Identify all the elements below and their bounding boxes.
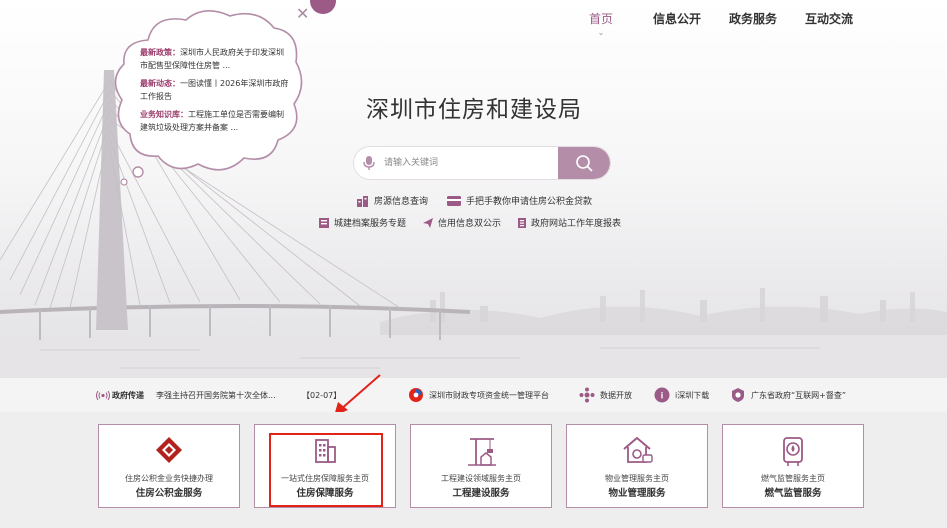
data-open-icon: [579, 387, 595, 403]
search-icon: [576, 155, 593, 172]
cloud-news-item[interactable]: 最新动态：一图读懂丨2026年深圳市政府工作报告: [140, 77, 290, 103]
nav-label: 政务服务: [728, 12, 777, 26]
page-title: 深圳市住房和建设局: [366, 97, 582, 123]
quick-link-annual-report[interactable]: 政府网站工作年度报表: [517, 216, 621, 229]
ticker-link-label: 深圳市财政专项资金统一管理平台: [429, 390, 549, 400]
cloud-news-item[interactable]: 最新政策：深圳市人民政府关于印发深圳市配售型保障性住房管 ...: [140, 46, 290, 72]
quick-link-fund-loan[interactable]: 手把手教你申请住房公积金贷款: [446, 194, 592, 207]
quick-link-label: 政府网站工作年度报表: [531, 219, 622, 229]
housing-fund-icon: [156, 437, 182, 463]
quick-link-credit-info[interactable]: 信用信息双公示: [422, 216, 501, 229]
microphone-icon[interactable]: [362, 155, 376, 171]
ticker-label-text: 政府传递: [112, 391, 144, 400]
news-cloud-bubble: 最新政策：深圳市人民政府关于印发深圳市配售型保障性住房管 ... 最新动态：一图…: [108, 0, 336, 186]
card-title: 住房保障服务: [296, 488, 354, 499]
ticker-link-ishenzhen[interactable]: i i深圳下载: [654, 387, 709, 403]
card-subtitle: 物业管理服务主页: [605, 474, 669, 483]
ticker-label: 政府传递: [96, 390, 144, 401]
search-input[interactable]: [384, 147, 554, 179]
nav-label: 信息公开: [652, 12, 701, 26]
card-housing-fund[interactable]: 住房公积金业务快捷办理 住房公积金服务: [98, 424, 240, 508]
nav-interaction[interactable]: 互动交流: [791, 10, 867, 27]
card-construction[interactable]: 工程建设领域服务主页 工程建设服务: [410, 424, 552, 508]
search-button[interactable]: [558, 147, 610, 179]
hero-banner: 最新政策：深圳市人民政府关于印发深圳市配售型保障性住房管 ... 最新动态：一图…: [0, 0, 947, 378]
news-tag: 最新政策：: [140, 48, 180, 57]
quick-link-label: 房源信息查询: [374, 197, 429, 207]
quick-link-label: 手把手教你申请住房公积金贷款: [466, 197, 593, 207]
search-bar: [354, 147, 610, 179]
housing-security-icon: [315, 439, 336, 463]
nav-label: 首页: [588, 12, 613, 26]
ticker-link-open-data[interactable]: 数据开放: [579, 387, 632, 403]
broadcast-icon: [96, 391, 110, 400]
card-subtitle: 工程建设领域服务主页: [441, 474, 521, 483]
card-title: 工程建设服务: [452, 488, 510, 499]
quick-link-housing-query[interactable]: 房源信息查询: [356, 194, 428, 207]
news-tag: 业务知识库：: [140, 110, 188, 119]
nav-label: 互动交流: [804, 12, 853, 26]
chevron-down-icon: ⌄: [597, 28, 605, 37]
building-chart-icon: [357, 195, 368, 207]
nav-info-disclosure[interactable]: 信息公开: [639, 10, 715, 27]
property-house-icon: [623, 436, 653, 463]
quick-links-row-2: 城建档案服务专题 信用信息双公示 政府网站工作年度报表: [318, 216, 621, 229]
quick-link-label: 信用信息双公示: [438, 219, 502, 229]
card-icon: [447, 195, 462, 206]
card-housing-security[interactable]: 一站式住房保障服务主页 住房保障服务: [254, 424, 396, 508]
quick-link-label: 城建档案服务专题: [334, 219, 407, 229]
news-tag: 最新动态：: [140, 79, 180, 88]
quick-links-row-1: 房源信息查询 手把手教你申请住房公积金贷款: [356, 194, 592, 207]
card-gas-supervision[interactable]: 燃气监管服务主页 燃气监管服务: [722, 424, 864, 508]
paper-plane-icon: [423, 217, 434, 228]
i-shenzhen-icon: i: [654, 387, 670, 403]
report-icon: [518, 217, 527, 228]
quick-link-archives[interactable]: 城建档案服务专题: [318, 216, 406, 229]
svg-text:i: i: [661, 391, 664, 401]
archive-icon: [319, 217, 329, 228]
nav-home[interactable]: 首页 ⌄: [563, 10, 639, 37]
card-subtitle: 一站式住房保障服务主页: [281, 474, 369, 483]
finance-logo-icon: [409, 388, 423, 402]
top-nav: 首页 ⌄ 信息公开 政务服务 互动交流: [563, 10, 867, 37]
card-title: 燃气监管服务: [764, 488, 822, 499]
ticker-link-label: 广东省政府“互联网+督查”: [751, 390, 846, 400]
nav-gov-services[interactable]: 政务服务: [715, 10, 791, 27]
card-title: 住房公积金服务: [135, 488, 203, 499]
card-property-management[interactable]: 物业管理服务主页 物业管理服务: [566, 424, 708, 508]
ticker-headline[interactable]: 李强主持召开国务院第十次全体...: [156, 390, 276, 401]
news-ticker-bar: 政府传递 李强主持召开国务院第十次全体... 【02-07】 深圳市财政专项资金…: [0, 378, 947, 412]
construction-crane-icon: [468, 438, 496, 466]
card-subtitle: 住房公积金业务快捷办理: [125, 474, 213, 483]
cloud-news-item[interactable]: 业务知识库：工程施工单位是否需要编制建筑垃圾处理方案并备案 ...: [140, 108, 290, 134]
ticker-link-label: i深圳下载: [675, 390, 710, 400]
ticker-link-label: 数据开放: [600, 390, 632, 400]
card-subtitle: 燃气监管服务主页: [761, 474, 825, 483]
supervision-icon: [732, 388, 744, 402]
gas-meter-icon: [783, 437, 803, 466]
ticker-link-supervision[interactable]: 广东省政府“互联网+督查”: [730, 387, 846, 403]
close-icon[interactable]: ✕: [296, 6, 309, 22]
ticker-link-finance-platform[interactable]: 深圳市财政专项资金统一管理平台: [408, 387, 549, 403]
card-title: 物业管理服务: [608, 488, 666, 499]
cloud-news-list: 最新政策：深圳市人民政府关于印发深圳市配售型保障性住房管 ... 最新动态：一图…: [140, 46, 290, 139]
